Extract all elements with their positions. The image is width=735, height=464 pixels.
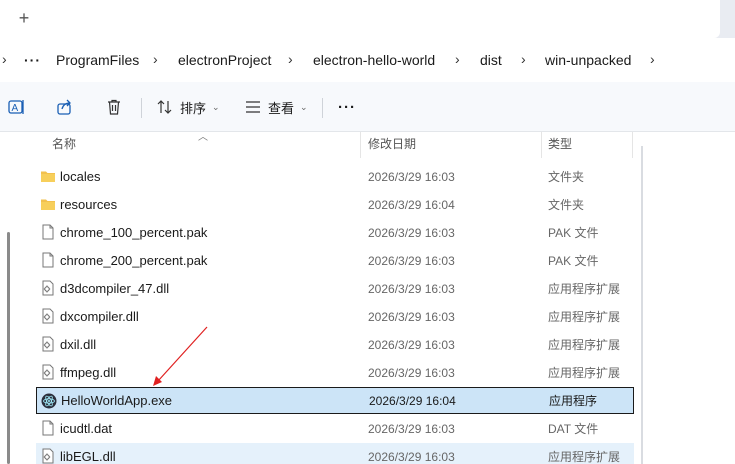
annotation-arrow xyxy=(153,326,208,386)
